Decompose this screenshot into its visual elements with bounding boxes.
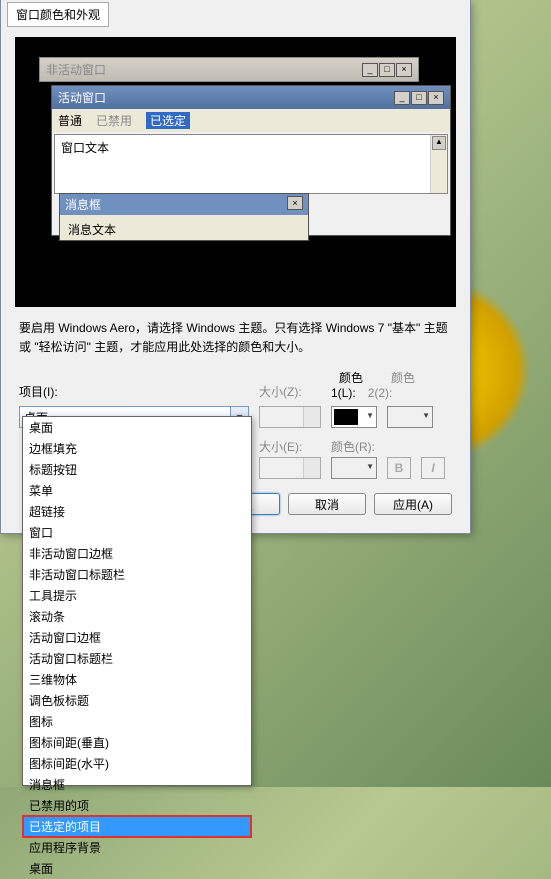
menu-normal: 普通 <box>58 112 82 129</box>
inactive-window-title: 非活动窗口 <box>46 61 362 78</box>
dropdown-option[interactable]: 应用程序背景 <box>23 837 251 858</box>
preview-content: 窗口文本 ▲ 消息框 × 消息文本 <box>54 134 448 194</box>
bold-button: B <box>387 457 411 479</box>
item-label: 项目(I): <box>19 383 249 400</box>
active-window-title: 活动窗口 <box>58 89 394 106</box>
inactive-window-buttons: _ □ × <box>362 63 412 77</box>
menu-disabled: 已禁用 <box>96 112 132 129</box>
item-dropdown-list[interactable]: 桌面边框填充标题按钮菜单超链接窗口非活动窗口边框非活动窗口标题栏工具提示滚动条活… <box>22 416 252 786</box>
dropdown-option[interactable]: 调色板标题 <box>23 690 251 711</box>
size2-label: 大小(E): <box>259 438 321 455</box>
close-icon: × <box>396 63 412 77</box>
dropdown-option[interactable]: 非活动窗口边框 <box>23 543 251 564</box>
dropdown-option[interactable]: 非活动窗口标题栏 <box>23 564 251 585</box>
description-text: 要启用 Windows Aero，请选择 Windows 主题。只有选择 Win… <box>15 307 456 365</box>
color1-picker[interactable]: ▼ <box>331 406 377 428</box>
apply-button[interactable]: 应用(A) <box>374 493 452 515</box>
chevron-down-icon: ▼ <box>366 462 374 471</box>
dropdown-option[interactable]: 边框填充 <box>23 438 251 459</box>
dropdown-option[interactable]: 已选定的项目 <box>23 816 251 837</box>
font-color-picker: ▼ <box>331 457 377 479</box>
dropdown-option[interactable]: 图标 <box>23 711 251 732</box>
dropdown-option[interactable]: 桌面 <box>23 417 251 438</box>
dropdown-option[interactable]: 窗口 <box>23 522 251 543</box>
chevron-down-icon: ▼ <box>366 411 374 420</box>
close-icon: × <box>428 91 444 105</box>
dialog-tab[interactable]: 窗口颜色和外观 <box>7 2 109 27</box>
dropdown-option[interactable]: 菜单 <box>23 480 251 501</box>
preview-menu-bar: 普通 已禁用 已选定 <box>52 109 450 132</box>
cancel-button[interactable]: 取消 <box>288 493 366 515</box>
color2-label: 2(2): <box>368 386 393 400</box>
color1-label: 1(L): <box>331 386 356 400</box>
dropdown-option[interactable]: 图标间距(水平) <box>23 753 251 774</box>
dropdown-option[interactable]: 超链接 <box>23 501 251 522</box>
chevron-down-icon: ▼ <box>422 411 430 420</box>
preview-message-box: 消息框 × 消息文本 <box>59 193 309 241</box>
font-size-spinner <box>259 457 321 479</box>
msgbox-title: 消息框 <box>65 196 287 213</box>
dropdown-option[interactable]: 图标间距(垂直) <box>23 732 251 753</box>
minimize-icon: _ <box>362 63 378 77</box>
dropdown-option[interactable]: 标题按钮 <box>23 459 251 480</box>
italic-button: I <box>421 457 445 479</box>
menu-selected: 已选定 <box>146 112 190 129</box>
dropdown-option[interactable]: 工具提示 <box>23 585 251 606</box>
dropdown-option[interactable]: 桌面 <box>23 858 251 879</box>
dropdown-option[interactable]: 消息框 <box>23 774 251 795</box>
preview-area: 非活动窗口 _ □ × 活动窗口 _ □ × <box>15 37 456 307</box>
color-head-label: 颜色 <box>339 369 363 386</box>
color2-picker: ▼ <box>387 406 433 428</box>
maximize-icon: □ <box>379 63 395 77</box>
maximize-icon: □ <box>411 91 427 105</box>
scroll-up-icon: ▲ <box>432 136 446 150</box>
preview-inactive-window: 非活动窗口 _ □ × <box>39 57 419 82</box>
active-window-buttons: _ □ × <box>394 91 444 105</box>
dropdown-option[interactable]: 三维物体 <box>23 669 251 690</box>
color-head-label2: 颜色 <box>391 369 415 386</box>
msgbox-text: 消息文本 <box>60 215 308 240</box>
preview-active-window: 活动窗口 _ □ × 普通 已禁用 已选定 窗口文本 ▲ <box>51 85 451 236</box>
minimize-icon: _ <box>394 91 410 105</box>
dropdown-option[interactable]: 活动窗口边框 <box>23 627 251 648</box>
close-icon: × <box>287 196 303 210</box>
dropdown-option[interactable]: 活动窗口标题栏 <box>23 648 251 669</box>
size-spinner <box>259 406 321 428</box>
dropdown-option[interactable]: 已禁用的项 <box>23 795 251 816</box>
size-label: 大小(Z): <box>259 383 321 400</box>
window-text: 窗口文本 <box>61 141 109 155</box>
colorR-label: 颜色(R): <box>331 438 377 455</box>
dropdown-option[interactable]: 滚动条 <box>23 606 251 627</box>
